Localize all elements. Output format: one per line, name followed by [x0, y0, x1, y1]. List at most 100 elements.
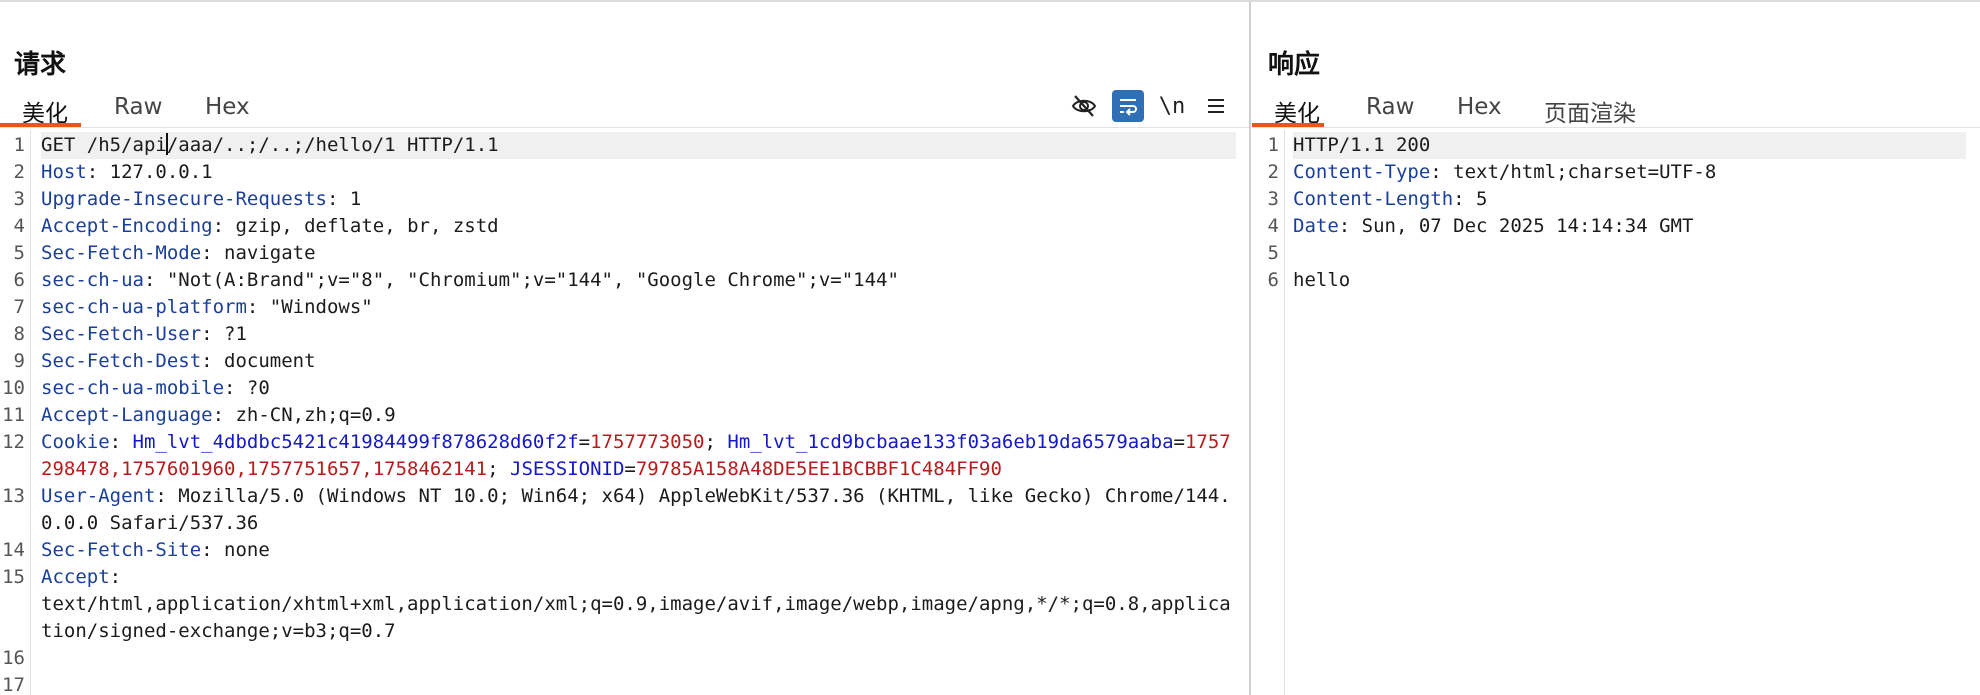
cookie-name: JSESSIONID	[510, 458, 625, 480]
line-number: 7	[13, 296, 25, 318]
body-line: hello	[1293, 267, 1966, 294]
header-line: Sec-Fetch-Site: none	[41, 537, 1236, 564]
header-separator: :	[155, 485, 179, 507]
response-tab-render[interactable]: 页面渲染	[1544, 94, 1636, 128]
header-value: zh-CN,zh;q=0.9	[235, 404, 396, 426]
header-value: "Windows"	[269, 296, 373, 318]
header-value: Sun, 07 Dec 2025 14:14:34 GMT	[1361, 215, 1694, 237]
cookie-value: 1757773050	[590, 431, 705, 453]
response-tabs: 美化 Raw Hex 页面渲染	[1252, 92, 1980, 128]
status-line: HTTP/1.1 200	[1293, 132, 1966, 159]
header-separator: :	[224, 377, 247, 399]
header-line: Host: 127.0.0.1	[41, 159, 1236, 186]
line-number: 11	[2, 404, 25, 426]
status-line-text: HTTP/1.1 200	[1293, 134, 1431, 156]
request-tab-hex[interactable]: Hex	[205, 94, 250, 120]
request-editor[interactable]: 1 2 3 4 5 6 7 8 9 10 11 12 13 14 15 16 1…	[0, 130, 1250, 695]
line-number: 1	[13, 134, 25, 156]
header-separator: :	[212, 404, 236, 426]
line-number: 5	[13, 242, 25, 264]
header-value: 5	[1476, 188, 1488, 210]
response-tab-hex[interactable]: Hex	[1457, 94, 1502, 120]
line-number: 2	[13, 161, 25, 183]
request-title: 请求	[14, 50, 67, 80]
line-number: 3	[1267, 188, 1279, 210]
header-line: sec-ch-ua-platform: "Windows"	[41, 294, 1236, 321]
response-editor[interactable]: 1 2 3 4 5 6 HTTP/1.1 200 Content-Type: t…	[1252, 130, 1980, 695]
header-name: Accept-Encoding	[41, 215, 213, 237]
response-tabbar-divider	[1252, 127, 1980, 128]
cookie-name: Hm_lvt_4dbdbc5421c41984499f878628d60f2f	[132, 431, 579, 453]
request-tab-raw[interactable]: Raw	[114, 94, 162, 120]
header-value: ?1	[224, 323, 247, 345]
cookie-separator: ;	[704, 431, 728, 453]
header-separator: :	[1430, 161, 1454, 183]
line-number: 4	[13, 215, 25, 237]
cookie-separator: ;	[487, 458, 511, 480]
header-name: Date	[1293, 215, 1339, 237]
header-line: sec-ch-ua-mobile: ?0	[41, 375, 1236, 402]
header-separator: :	[1453, 188, 1477, 210]
header-line: sec-ch-ua: "Not(A:Brand";v="8", "Chromiu…	[41, 267, 1236, 294]
header-line: Accept-Language: zh-CN,zh;q=0.9	[41, 402, 1236, 429]
header-separator: :	[201, 350, 225, 372]
request-line: GET /h5/api/aaa/..;/..;/hello/1 HTTP/1.1	[41, 132, 1236, 159]
header-value: ?0	[246, 377, 270, 399]
header-separator: :	[201, 539, 225, 561]
header-line: Accept:	[41, 564, 1236, 591]
response-tab-raw[interactable]: Raw	[1366, 94, 1414, 120]
header-value: gzip, deflate, br, zstd	[235, 215, 499, 237]
header-value: none	[224, 539, 270, 561]
header-separator: :	[326, 188, 350, 210]
eye-off-icon[interactable]	[1068, 90, 1100, 122]
header-name: Cookie	[41, 431, 110, 453]
header-name: Accept-Language	[41, 404, 213, 426]
line-number: 5	[1267, 242, 1279, 264]
response-title: 响应	[1268, 50, 1321, 80]
line-number: 1	[1267, 134, 1279, 156]
newline-icon[interactable]: \n	[1156, 90, 1188, 122]
header-value: 127.0.0.1	[109, 161, 213, 183]
header-separator: :	[1338, 215, 1362, 237]
header-name: Content-Type	[1293, 161, 1431, 183]
panel-splitter[interactable]	[1249, 2, 1251, 695]
header-line: Sec-Fetch-Dest: document	[41, 348, 1236, 375]
header-separator: :	[86, 161, 110, 183]
line-number: 14	[2, 539, 25, 561]
line-number: 16	[2, 647, 25, 669]
line-number: 8	[13, 323, 25, 345]
cookie-header-line: Cookie: Hm_lvt_4dbdbc5421c41984499f87862…	[41, 429, 1236, 483]
line-number: 2	[1267, 161, 1279, 183]
header-value: 1	[349, 188, 362, 210]
line-number: 13	[2, 485, 25, 507]
header-name: sec-ch-ua	[41, 269, 144, 291]
header-value: text/html,application/xhtml+xml,applicat…	[41, 593, 1231, 642]
header-name: Sec-Fetch-Site	[41, 539, 202, 561]
header-separator: :	[201, 323, 225, 345]
header-value: navigate	[224, 242, 316, 264]
header-line: Content-Type: text/html;charset=UTF-8	[1293, 159, 1966, 186]
cookie-equals: =	[578, 431, 591, 453]
header-name: sec-ch-ua-platform	[41, 296, 247, 318]
header-value: document	[224, 350, 316, 372]
header-line: Accept-Encoding: gzip, deflate, br, zstd	[41, 213, 1236, 240]
cookie-equals: =	[624, 458, 636, 480]
request-line-text: /aaa/..;/..;/hello/1 HTTP/1.1	[166, 134, 499, 156]
line-number: 15	[2, 566, 25, 588]
wrap-lines-icon[interactable]	[1112, 90, 1144, 122]
line-number: 6	[1267, 269, 1279, 291]
line-number: 9	[13, 350, 25, 372]
header-line: User-Agent: Mozilla/5.0 (Windows NT 10.0…	[41, 483, 1236, 537]
header-separator: :	[143, 269, 167, 291]
header-name: User-Agent	[41, 485, 156, 507]
header-name: Sec-Fetch-User	[41, 323, 202, 345]
menu-icon[interactable]	[1200, 90, 1232, 122]
header-value: Mozilla/5.0 (Windows NT 10.0; Win64; x64…	[41, 485, 1231, 534]
header-line: Sec-Fetch-User: ?1	[41, 321, 1236, 348]
header-value: "Not(A:Brand";v="8", "Chromium";v="144",…	[166, 269, 899, 291]
line-number: 10	[2, 377, 25, 399]
line-number: 4	[1267, 215, 1279, 237]
header-name: sec-ch-ua-mobile	[41, 377, 225, 399]
response-panel: 响应 美化 Raw Hex 页面渲染 1 2 3 4 5 6 HTTP/1.1 …	[1252, 2, 1980, 695]
cookie-name: Hm_lvt_1cd9bcbaae133f03a6eb19da6579aaba	[727, 431, 1174, 453]
